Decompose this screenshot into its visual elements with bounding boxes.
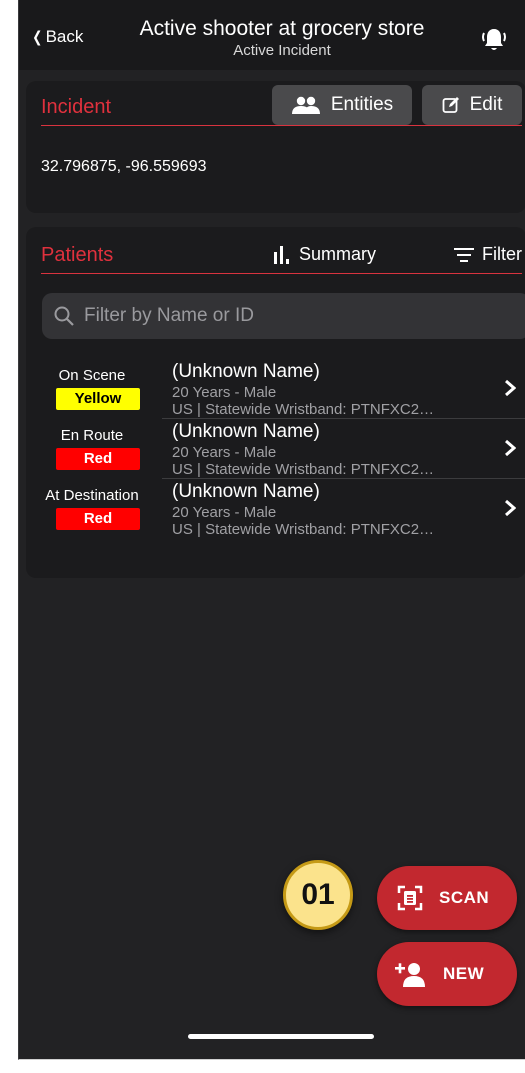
scan-button[interactable]: SCAN	[377, 866, 517, 930]
filter-lines-icon	[454, 247, 474, 262]
scan-id-icon	[397, 885, 423, 911]
patient-age-sex: 20 Years - Male	[172, 504, 277, 521]
patient-age-sex: 20 Years - Male	[172, 384, 277, 401]
entities-button[interactable]: Entities	[272, 85, 412, 125]
search-icon	[54, 306, 74, 326]
patient-status: En Route	[60, 427, 124, 444]
patient-search-field[interactable]	[42, 293, 525, 339]
chevron-right-icon	[505, 379, 516, 397]
page-title: Active shooter at grocery store	[139, 17, 425, 40]
incident-card: Incident Entities Edit 32.796875, -96.55…	[26, 81, 525, 213]
patient-id: US | Statewide Wristband: PTNFXC2…	[172, 461, 435, 478]
bar-chart-icon	[274, 245, 289, 264]
patient-status: On Scene	[58, 367, 126, 384]
patient-id: US | Statewide Wristband: PTNFXC2…	[172, 521, 435, 538]
patient-age-sex: 20 Years - Male	[172, 444, 277, 461]
chevron-right-icon	[505, 499, 516, 517]
patients-section-title: Patients	[41, 244, 114, 266]
patient-status: At Destination	[45, 487, 139, 504]
summary-button[interactable]: Summary	[273, 244, 376, 265]
add-person-icon	[395, 963, 425, 987]
edit-button[interactable]: Edit	[422, 85, 522, 125]
incident-section-title: Incident	[41, 96, 112, 118]
new-patient-button[interactable]: NEW	[377, 942, 517, 1006]
filter-button[interactable]: Filter	[454, 244, 522, 265]
triage-tag: Red	[56, 448, 140, 470]
patient-id: US | Statewide Wristband: PTNFXC2…	[172, 401, 435, 418]
patient-name: (Unknown Name)	[172, 361, 320, 382]
patient-row[interactable]: On Scene Yellow (Unknown Name) 20 Years - M…	[26, 359, 525, 419]
patient-name: (Unknown Name)	[172, 421, 320, 442]
patients-header: Patients Summary Filter	[41, 233, 522, 274]
triage-tag: Red	[56, 508, 140, 530]
back-button[interactable]: ❮ Back	[31, 27, 83, 47]
page-subtitle: Active Incident	[233, 42, 331, 59]
patients-card: Patients Summary Filter Filter by Name o…	[26, 227, 525, 578]
patient-row[interactable]: En Route Red (Unknown Name) 20 Years - Male…	[26, 419, 525, 479]
patient-row[interactable]: At Destination Red (Unknown Name) 20 Years …	[26, 479, 525, 539]
edit-icon	[442, 97, 459, 113]
edit-label: Edit	[469, 94, 503, 115]
app-screen: ❮ Back Active shooter at grocery store A…	[18, 0, 525, 1060]
step-badge: 01	[283, 860, 353, 930]
filter-label: Filter	[482, 244, 522, 264]
patient-search-input[interactable]	[82, 304, 486, 328]
entities-label: Entities	[330, 94, 394, 115]
chevron-right-icon	[505, 439, 516, 457]
people-icon	[291, 96, 320, 114]
patient-name: (Unknown Name)	[172, 481, 320, 502]
nav-title-group: Active shooter at grocery store Active I…	[99, 16, 465, 60]
home-indicator[interactable]	[188, 1034, 374, 1039]
summary-label: Summary	[299, 244, 377, 264]
scan-label: SCAN	[439, 888, 490, 907]
back-label: Back	[45, 27, 84, 46]
alarm-bell-icon[interactable]	[479, 24, 509, 54]
chevron-left-icon: ❮	[32, 29, 43, 46]
incident-coordinates: 32.796875, -96.559693	[41, 158, 207, 175]
triage-tag: Yellow	[56, 388, 140, 410]
nav-bar: ❮ Back Active shooter at grocery store A…	[19, 0, 525, 70]
new-label: NEW	[443, 964, 485, 983]
